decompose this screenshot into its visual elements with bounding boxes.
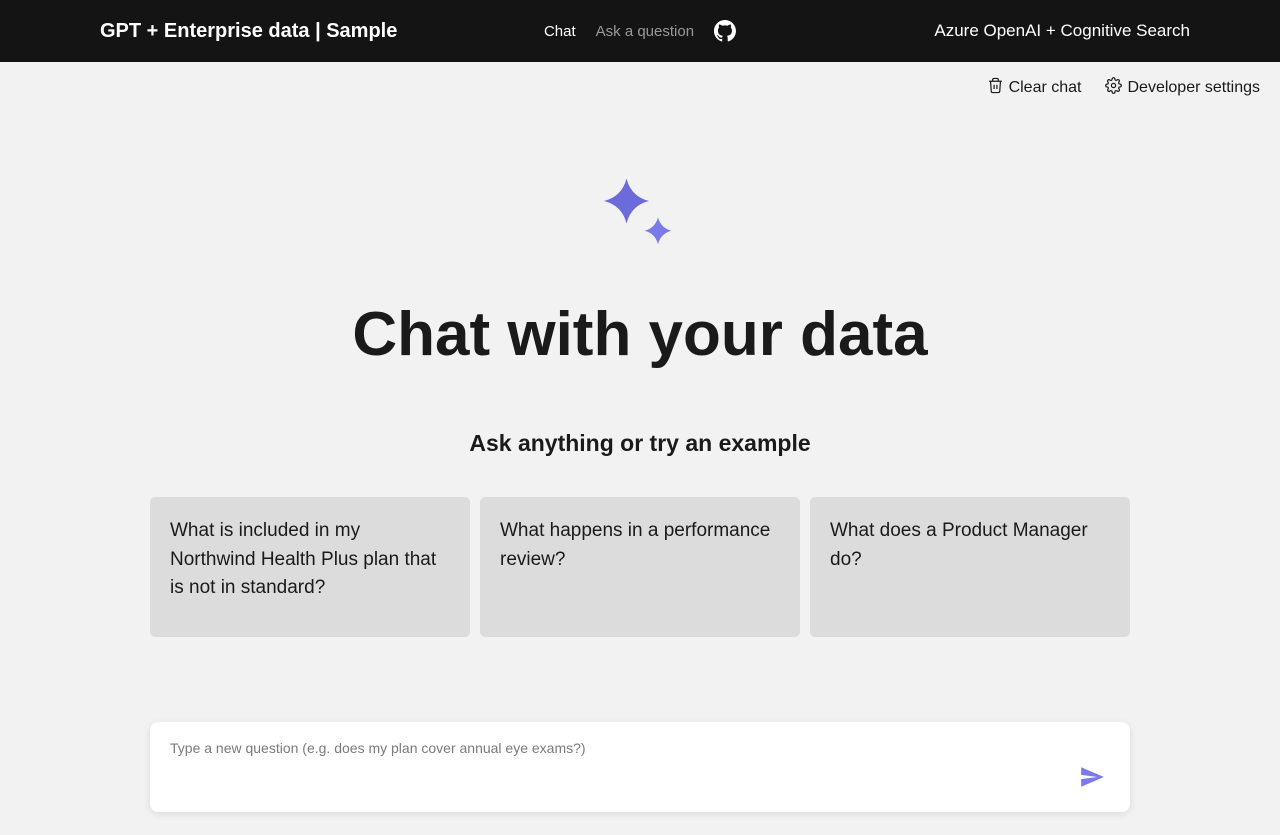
- trash-icon: [987, 77, 1004, 99]
- app-title: GPT + Enterprise data | Sample: [100, 20, 397, 43]
- clear-chat-button[interactable]: Clear chat: [987, 77, 1082, 99]
- nav-chat[interactable]: Chat: [544, 23, 576, 40]
- header-subtitle: Azure OpenAI + Cognitive Search: [934, 21, 1190, 41]
- send-button[interactable]: [1074, 759, 1110, 798]
- example-cards: What is included in my Northwind Health …: [150, 497, 1130, 637]
- subtitle: Ask anything or try an example: [469, 430, 810, 457]
- main-content: Chat with your data Ask anything or try …: [0, 114, 1280, 812]
- github-icon[interactable]: [714, 20, 736, 42]
- page-title: Chat with your data: [352, 299, 927, 370]
- chat-input-container: [150, 722, 1130, 812]
- sparkle-icon: [595, 174, 685, 269]
- header: GPT + Enterprise data | Sample Chat Ask …: [0, 0, 1280, 62]
- nav-ask[interactable]: Ask a question: [596, 23, 694, 40]
- clear-chat-label: Clear chat: [1009, 79, 1082, 97]
- example-card-1[interactable]: What is included in my Northwind Health …: [150, 497, 470, 637]
- example-card-3[interactable]: What does a Product Manager do?: [810, 497, 1130, 637]
- chat-input[interactable]: [170, 734, 1110, 756]
- send-icon: [1079, 764, 1105, 793]
- toolbar: Clear chat Developer settings: [0, 62, 1280, 114]
- example-card-2[interactable]: What happens in a performance review?: [480, 497, 800, 637]
- developer-settings-button[interactable]: Developer settings: [1105, 77, 1260, 99]
- header-nav: Chat Ask a question: [544, 20, 736, 42]
- gear-icon: [1105, 77, 1122, 99]
- developer-settings-label: Developer settings: [1127, 79, 1260, 97]
